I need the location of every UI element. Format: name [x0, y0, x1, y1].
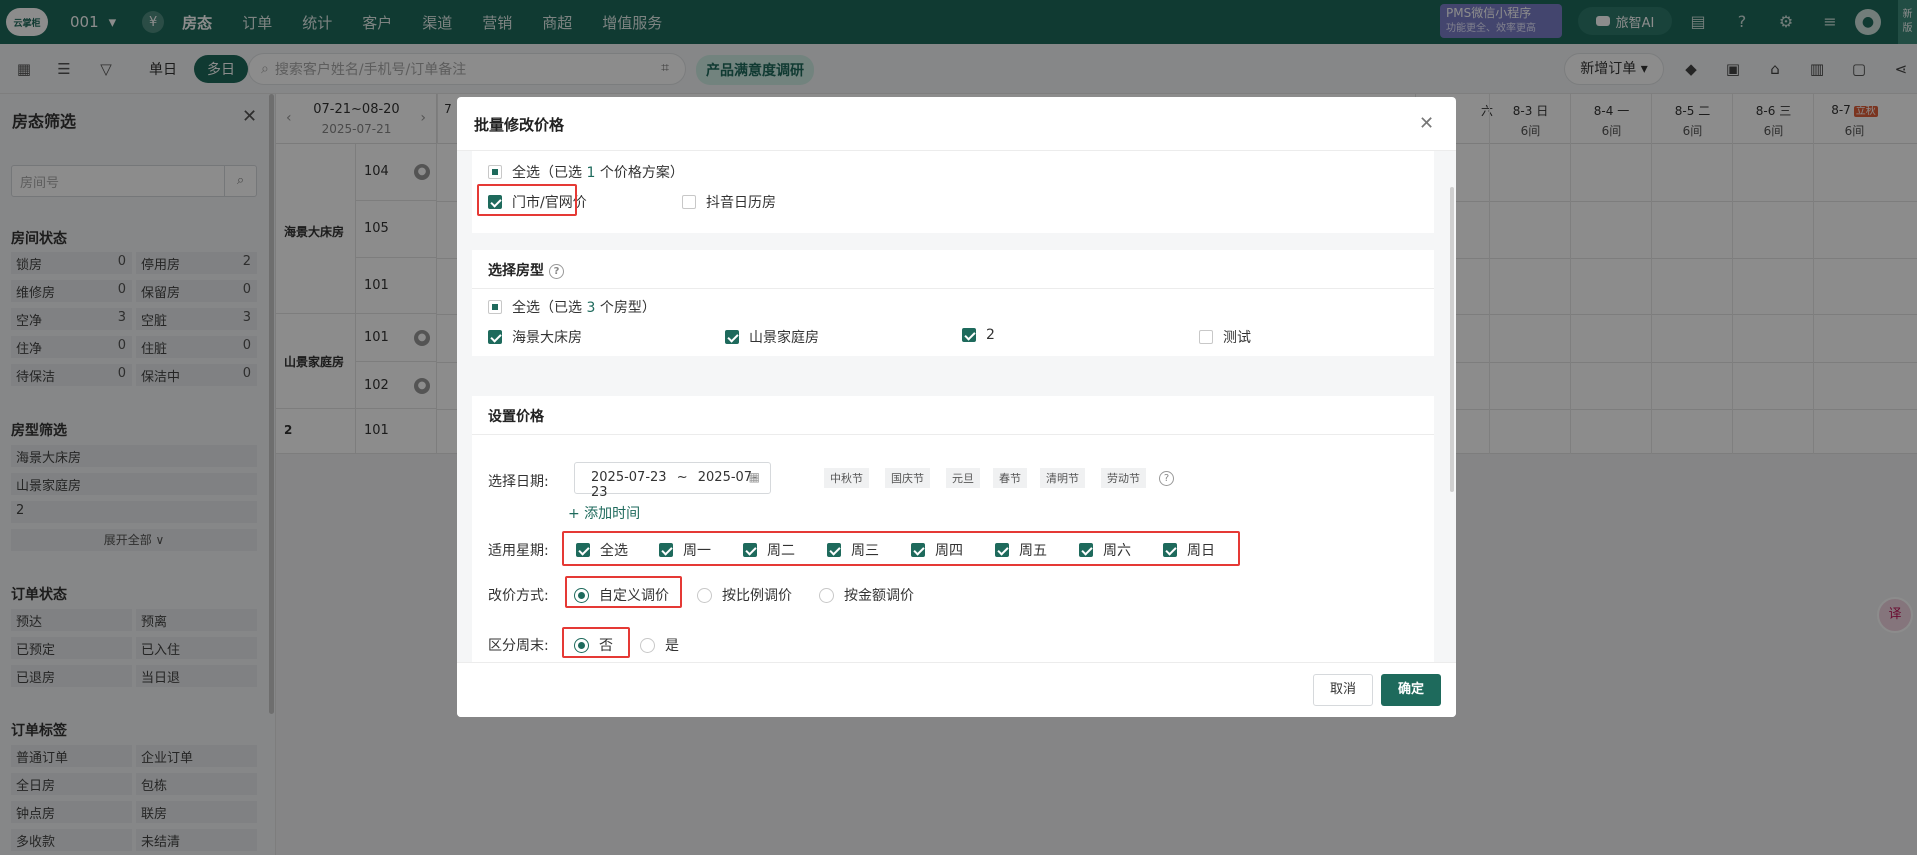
weekday-text: 周二 [767, 543, 795, 559]
mode-option-amount[interactable]: 按金额调价 [819, 585, 914, 605]
holiday-tag[interactable]: 春节 [993, 468, 1027, 488]
price-plan-card: 全选（已选 1 个价格方案） 门市/官网价 抖音日历房 [472, 151, 1434, 233]
room-type-label: 山景家庭房 [749, 330, 819, 346]
weekday-option[interactable]: 周日 [1163, 540, 1215, 560]
select-all-label: 全选（已选 1 个价格方案） [512, 162, 684, 182]
checkbox-checked[interactable] [962, 328, 976, 342]
weekend-option-yes[interactable]: 是 [640, 635, 679, 655]
room-type-card: 选择房型? 全选（已选 3 个房型） 海景大床房 山景家庭房 2 测试 [472, 250, 1434, 356]
checkbox-checked[interactable] [995, 543, 1009, 557]
close-icon[interactable]: ✕ [1419, 113, 1434, 134]
room-type-label: 海景大床房 [512, 330, 582, 346]
room-type-label: 测试 [1223, 330, 1251, 346]
checkbox-indeterminate[interactable] [488, 300, 502, 314]
highlight-box [477, 184, 577, 216]
help-icon[interactable]: ? [549, 264, 564, 279]
checkbox-checked[interactable] [659, 543, 673, 557]
room-type-option[interactable]: 测试 [1199, 327, 1251, 347]
weekend-text: 否 [599, 638, 613, 654]
text: 个价格方案） [595, 165, 684, 181]
checkbox-checked[interactable] [827, 543, 841, 557]
text: 全选（已选 [512, 165, 587, 181]
radio-unselected[interactable] [640, 637, 655, 653]
date-separator: ~ [676, 470, 688, 485]
confirm-button[interactable]: 确定 [1381, 674, 1441, 706]
weekday-option[interactable]: 周六 [1079, 540, 1131, 560]
title-text: 选择房型 [488, 263, 544, 279]
room-type-option[interactable]: 海景大床房 [488, 327, 582, 347]
room-type-select-all[interactable]: 全选（已选 3 个房型） [488, 297, 656, 317]
select-all-label: 全选（已选 3 个房型） [512, 297, 656, 317]
mode-option-ratio[interactable]: 按比例调价 [697, 585, 792, 605]
weekday-text: 全选 [600, 543, 628, 559]
weekday-label: 适用星期: [488, 543, 549, 559]
modal-scrollbar[interactable] [1450, 187, 1454, 492]
divider [472, 434, 1434, 435]
weekday-text: 周日 [1187, 543, 1215, 559]
modal-body: 全选（已选 1 个价格方案） 门市/官网价 抖音日历房 选择房型? 全选（已选 … [457, 151, 1456, 662]
modal-footer: 取消 确定 [457, 662, 1456, 717]
text: 个房型） [595, 300, 656, 316]
weekday-option[interactable]: 周四 [911, 540, 963, 560]
radio-selected[interactable] [574, 587, 589, 603]
set-price-title: 设置价格 [488, 409, 544, 425]
cancel-button[interactable]: 取消 [1313, 674, 1373, 706]
date-range-picker[interactable]: 2025-07-23 ~ 2025-07-23 ▦ [574, 462, 771, 500]
price-plan-label: 抖音日历房 [706, 195, 776, 211]
add-time-link[interactable]: + 添加时间 [568, 503, 640, 523]
holiday-tag[interactable]: 国庆节 [885, 468, 930, 488]
checkbox-checked[interactable] [911, 543, 925, 557]
weekday-text: 周一 [683, 543, 711, 559]
weekend-option-no[interactable]: 否 [574, 635, 613, 655]
mode-option-custom[interactable]: 自定义调价 [574, 585, 669, 605]
checkbox-checked[interactable] [725, 330, 739, 344]
holiday-tag[interactable]: 元旦 [946, 468, 980, 488]
checkbox-indeterminate[interactable] [488, 165, 502, 179]
divider [472, 288, 1434, 289]
modal-title: 批量修改价格 [474, 116, 565, 134]
room-type-option[interactable]: 2 [962, 327, 995, 343]
holiday-tag[interactable]: 劳动节 [1101, 468, 1146, 488]
price-plan-select-all[interactable]: 全选（已选 1 个价格方案） [488, 162, 684, 182]
checkbox-checked[interactable] [488, 330, 502, 344]
radio-unselected[interactable] [697, 587, 712, 603]
holiday-tag[interactable]: 中秋节 [824, 468, 869, 488]
help-icon[interactable]: ? [1159, 471, 1174, 486]
text: 全选（已选 [512, 300, 587, 316]
weekday-text: 周六 [1103, 543, 1131, 559]
weekday-option[interactable]: 周一 [659, 540, 711, 560]
checkbox-unchecked[interactable] [682, 195, 696, 209]
set-price-card: 设置价格 [472, 396, 1434, 662]
mode-text: 按比例调价 [722, 588, 792, 604]
weekday-option[interactable]: 周二 [743, 540, 795, 560]
checkbox-checked[interactable] [1079, 543, 1093, 557]
weekend-label: 区分周末: [488, 638, 549, 654]
checkbox-checked[interactable] [743, 543, 757, 557]
date-start: 2025-07-23 [591, 470, 667, 485]
weekend-text: 是 [665, 638, 679, 654]
room-type-title: 选择房型? [488, 260, 564, 280]
date-label: 选择日期: [488, 474, 549, 490]
batch-price-modal: 批量修改价格 ✕ 全选（已选 1 个价格方案） 门市/官网价 抖音日历房 选择房… [457, 97, 1456, 717]
weekday-text: 周五 [1019, 543, 1047, 559]
mode-text: 自定义调价 [599, 588, 669, 604]
weekday-option[interactable]: 周五 [995, 540, 1047, 560]
checkbox-checked[interactable] [576, 543, 590, 557]
radio-unselected[interactable] [819, 587, 834, 603]
weekday-option[interactable]: 全选 [576, 540, 628, 560]
weekday-text: 周三 [851, 543, 879, 559]
checkbox-unchecked[interactable] [1199, 330, 1213, 344]
room-type-option[interactable]: 山景家庭房 [725, 327, 819, 347]
checkbox-checked[interactable] [1163, 543, 1177, 557]
weekday-option[interactable]: 周三 [827, 540, 879, 560]
holiday-tag[interactable]: 清明节 [1040, 468, 1085, 488]
weekday-text: 周四 [935, 543, 963, 559]
calendar-icon: ▦ [748, 470, 760, 484]
price-plan-douyin[interactable]: 抖音日历房 [682, 192, 776, 212]
room-type-label: 2 [986, 327, 995, 343]
mode-text: 按金额调价 [844, 588, 914, 604]
mode-label: 改价方式: [488, 588, 549, 604]
radio-selected[interactable] [574, 637, 589, 653]
